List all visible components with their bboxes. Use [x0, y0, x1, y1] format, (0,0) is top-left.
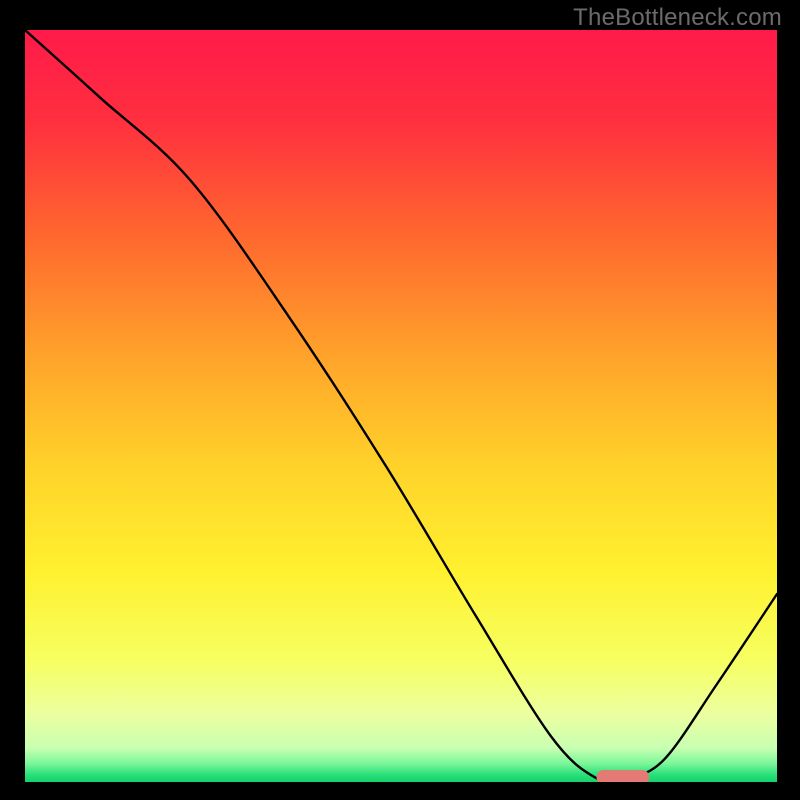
chart-svg	[25, 30, 777, 782]
figure-container: TheBottleneck.com	[0, 0, 800, 800]
watermark-text: TheBottleneck.com	[573, 4, 782, 32]
gradient-background	[25, 30, 777, 782]
optimal-marker	[597, 770, 650, 782]
chart-area	[25, 30, 777, 782]
